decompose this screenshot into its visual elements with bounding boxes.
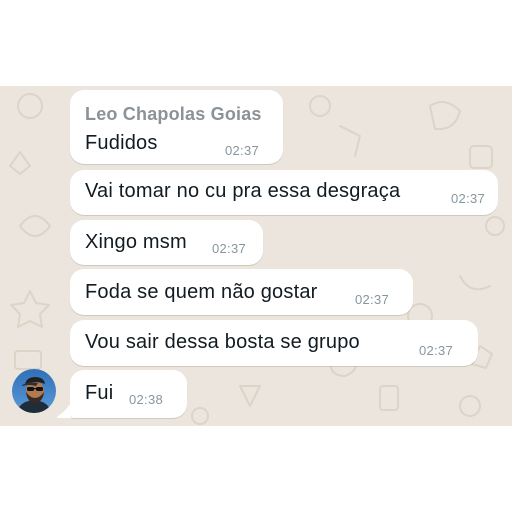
message-bubble[interactable]: Foda se quem não gostar 02:37 <box>70 269 413 315</box>
message-bubble[interactable]: Fui 02:38 <box>70 370 187 418</box>
screen: Leo Chapolas Goias Fudidos 02:37 Vai tom… <box>0 0 512 512</box>
message-bubble[interactable]: Vai tomar no cu pra essa desgraça 02:37 <box>70 170 498 215</box>
message-bubble[interactable]: Leo Chapolas Goias Fudidos 02:37 <box>70 90 283 164</box>
chat-area[interactable]: Leo Chapolas Goias Fudidos 02:37 Vai tom… <box>0 86 512 426</box>
message-text: Xingo msm <box>85 231 187 253</box>
message-text: Foda se quem não gostar <box>85 281 318 303</box>
message-text: Vai tomar no cu pra essa desgraça <box>85 180 401 202</box>
message-bubble[interactable]: Vou sair dessa bosta se grupo 02:37 <box>70 320 478 366</box>
message-bubble[interactable]: Xingo msm 02:37 <box>70 220 263 265</box>
message-timestamp: 02:37 <box>225 143 260 158</box>
message-timestamp: 02:37 <box>451 191 486 206</box>
message-timestamp: 02:37 <box>355 292 390 307</box>
sender-name[interactable]: Leo Chapolas Goias <box>85 104 262 125</box>
message-text: Vou sair dessa bosta se grupo <box>85 331 360 353</box>
message-timestamp: 02:38 <box>129 392 164 407</box>
sender-avatar[interactable] <box>12 369 56 413</box>
message-timestamp: 02:37 <box>419 343 454 358</box>
message-text: Fudidos <box>85 132 158 154</box>
message-timestamp: 02:37 <box>212 241 247 256</box>
avatar-photo-icon <box>12 369 56 413</box>
message-text: Fui <box>85 382 114 404</box>
